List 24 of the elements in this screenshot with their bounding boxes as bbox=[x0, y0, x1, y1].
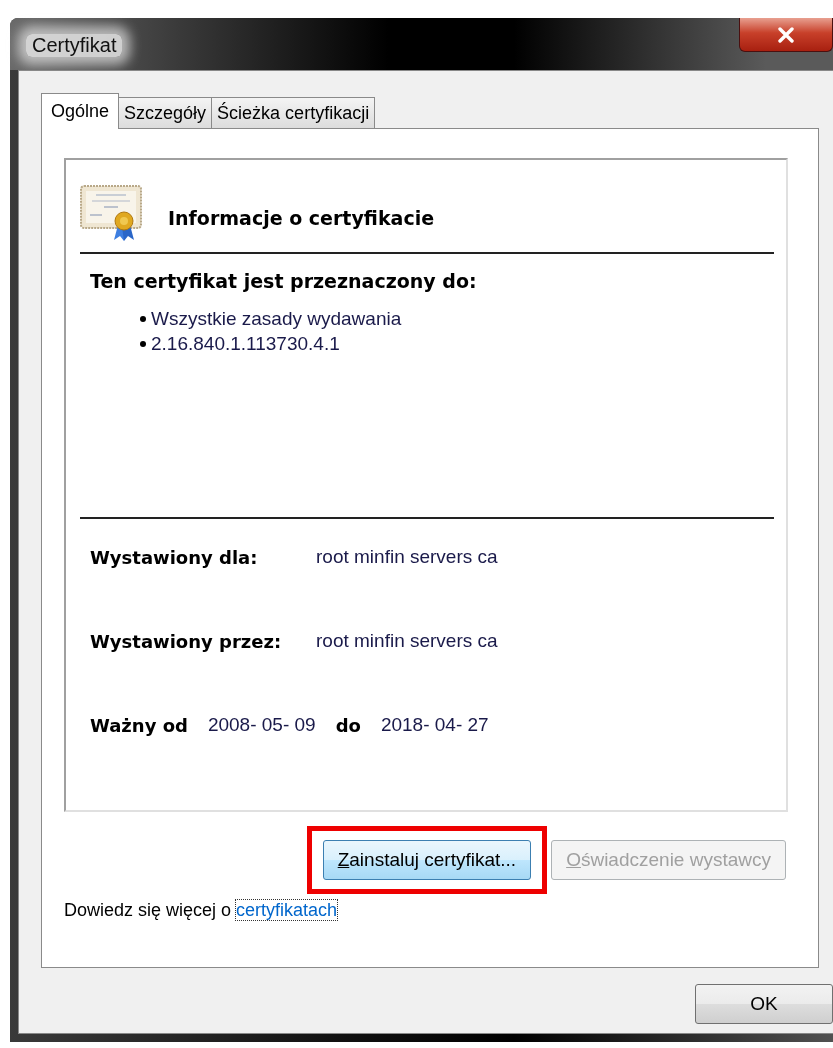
ok-button[interactable]: OK bbox=[695, 984, 833, 1024]
dialog-button[interactable]: Zainstaluj certyfikat... bbox=[322, 840, 532, 880]
tab[interactable]: Szczegóły bbox=[118, 97, 213, 128]
purpose-item: 2.16.840.1.113730.4.1 bbox=[151, 332, 340, 355]
help-link[interactable]: certyfikatach bbox=[236, 900, 338, 920]
bullet-icon bbox=[140, 340, 146, 347]
section-heading: Informacje o certyfikacie bbox=[168, 207, 435, 229]
tab[interactable]: Ogólne bbox=[41, 93, 120, 129]
field-value: root minfin servers ca bbox=[316, 630, 498, 652]
purpose-heading: Ten certyfikat jest przeznaczony do: bbox=[90, 270, 478, 292]
tab[interactable]: Ścieżka certyfikacji bbox=[211, 97, 376, 128]
field-value: 2008- 05- 09 bbox=[207, 714, 316, 736]
close-button[interactable] bbox=[739, 18, 833, 52]
field-value: 2018- 04- 27 bbox=[380, 714, 489, 736]
purpose-item: Wszystkie zasady wydawania bbox=[151, 307, 402, 330]
field-label: Wystawiony dla: bbox=[90, 546, 259, 568]
close-icon bbox=[777, 26, 795, 43]
field-label: Ważny od bbox=[90, 714, 188, 736]
window-title: Certyfikat bbox=[26, 34, 123, 57]
field-label: do bbox=[335, 714, 361, 736]
field-label: Wystawiony przez: bbox=[90, 630, 283, 652]
field-value: root minfin servers ca bbox=[316, 546, 498, 568]
help-sentence: Dowiedz się więcej o certyfikatach bbox=[64, 900, 339, 921]
bullet-icon bbox=[140, 315, 146, 322]
